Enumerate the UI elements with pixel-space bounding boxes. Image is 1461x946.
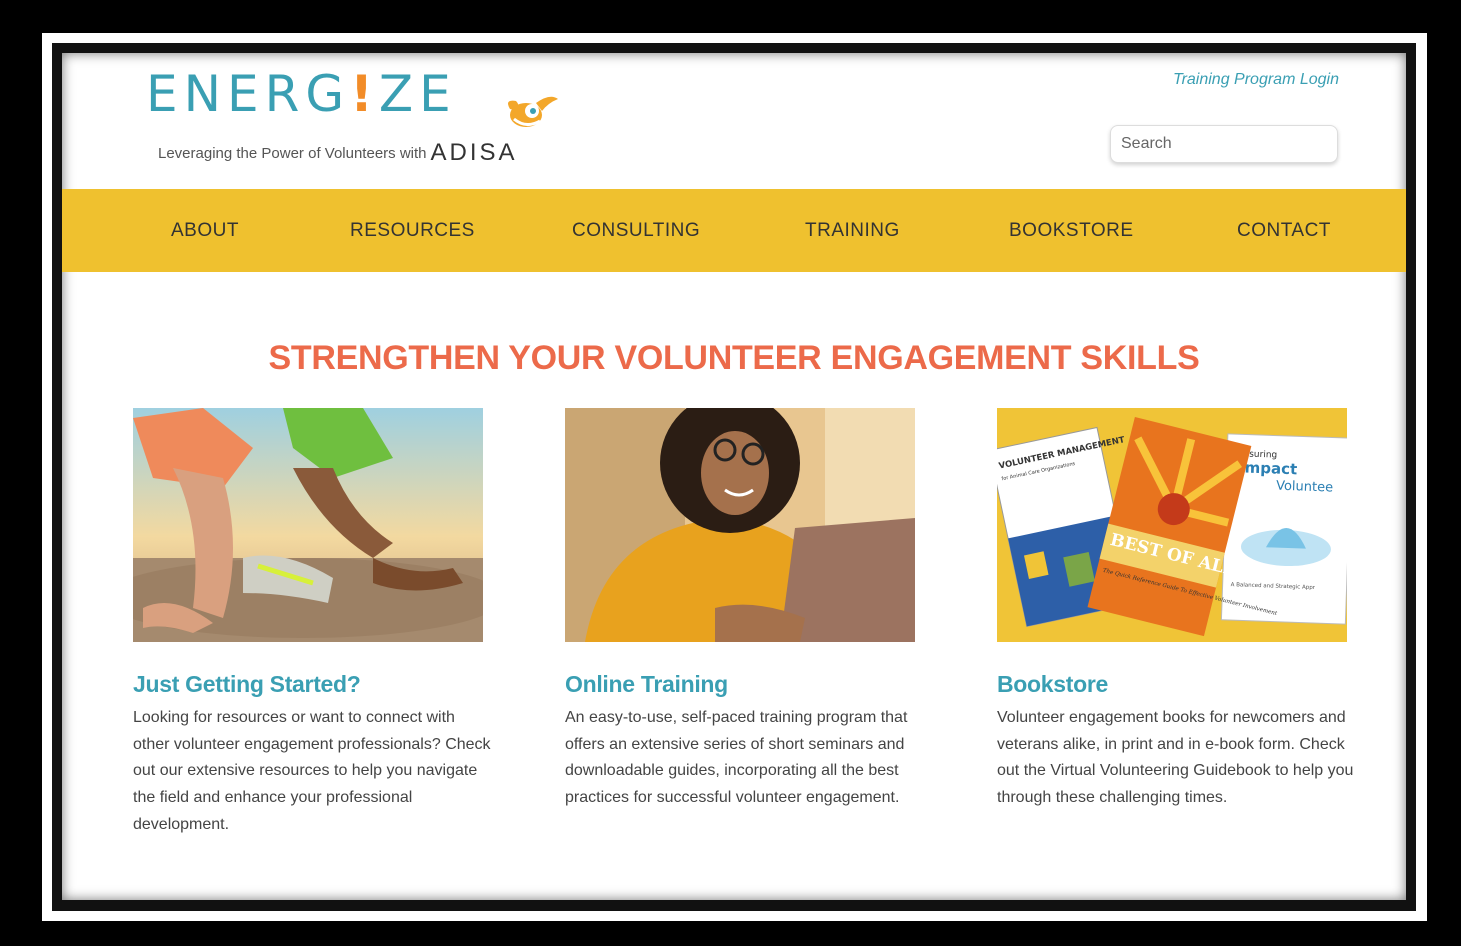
training-program-login-link[interactable]: Training Program Login xyxy=(1173,71,1339,89)
nav-item-training[interactable]: TRAINING xyxy=(805,189,900,272)
book-covers-photo[interactable]: VOLUNTEER MANAGEMENT for Animal Care Org… xyxy=(997,408,1347,642)
card-bookstore: VOLUNTEER MANAGEMENT for Animal Care Org… xyxy=(997,408,1357,812)
woman-with-laptop-photo[interactable] xyxy=(565,408,915,642)
card-title-bookstore[interactable]: Bookstore xyxy=(997,671,1357,698)
card-text-bookstore: Volunteer engagement books for newcomers… xyxy=(997,709,1354,807)
logo-wordmark: ENERG!ZE xyxy=(146,65,457,123)
web-page: ENERG!ZE Leveraging the Power of Volunte… xyxy=(62,53,1406,900)
logo-bird-icon xyxy=(508,96,558,127)
card-title-online-training[interactable]: Online Training xyxy=(565,671,925,698)
nav-item-about[interactable]: ABOUT xyxy=(171,189,239,272)
card-online-training: Online Training An easy-to-use, self-pac… xyxy=(565,408,925,812)
logo-brand: ADISA xyxy=(430,139,518,166)
book3-title: mpact xyxy=(1244,458,1297,478)
main-nav: ABOUT RESOURCES CONSULTING TRAINING BOOK… xyxy=(62,189,1406,272)
nav-item-resources[interactable]: RESOURCES xyxy=(350,189,475,272)
nav-item-contact[interactable]: CONTACT xyxy=(1237,189,1331,272)
search-input[interactable] xyxy=(1110,125,1338,163)
card-text-online-training: An easy-to-use, self-paced training prog… xyxy=(565,709,908,807)
page-headline: STRENGTHEN YOUR VOLUNTEER ENGAGEMENT SKI… xyxy=(268,339,1200,377)
card-title-just-getting-started[interactable]: Just Getting Started? xyxy=(133,671,493,698)
runners-starting-line-photo[interactable] xyxy=(133,408,483,642)
nav-item-consulting[interactable]: CONSULTING xyxy=(572,189,700,272)
nav-item-bookstore[interactable]: BOOKSTORE xyxy=(1009,189,1134,272)
book3-subtitle: Voluntee xyxy=(1276,479,1334,496)
logo-tagline: Leveraging the Power of Volunteers with A… xyxy=(158,139,518,166)
card-text-just-getting-started: Looking for resources or want to connect… xyxy=(133,709,491,833)
site-logo[interactable]: ENERG!ZE Leveraging the Power of Volunte… xyxy=(146,61,596,171)
card-getting-started: Just Getting Started? Looking for resour… xyxy=(133,408,493,839)
